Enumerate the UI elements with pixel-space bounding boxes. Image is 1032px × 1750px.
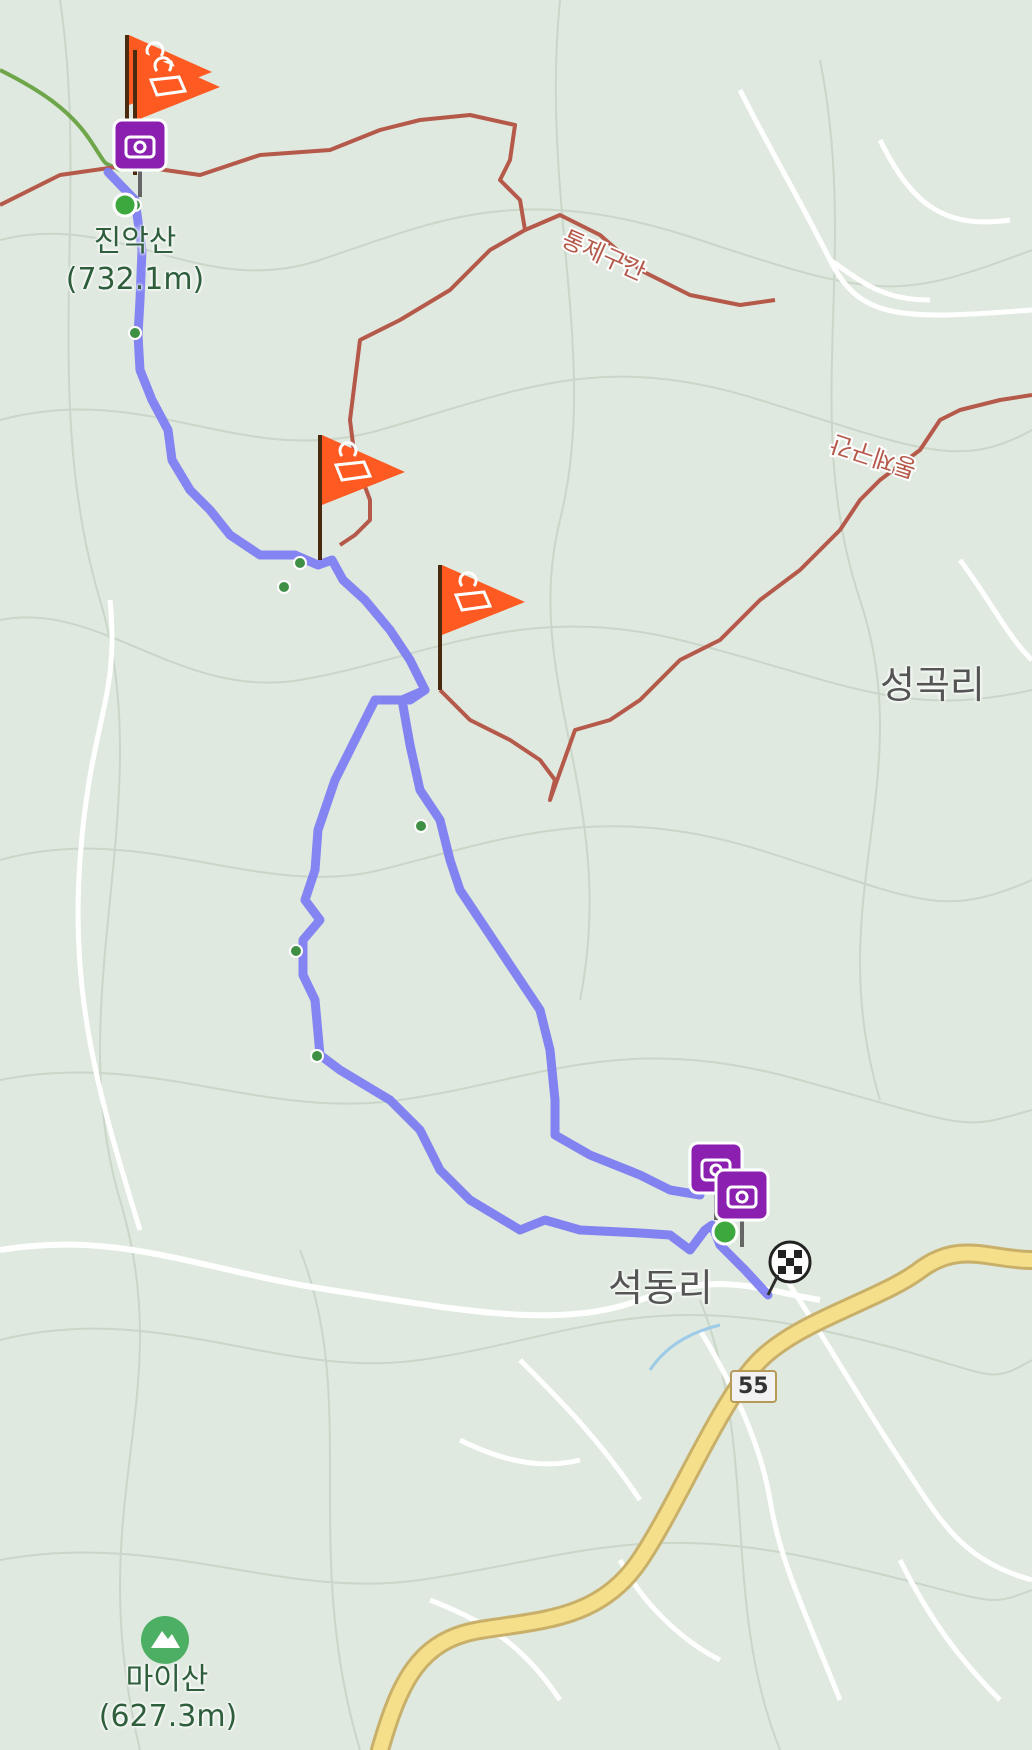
waypoint-dot[interactable] <box>310 1049 324 1063</box>
waypoint-dot[interactable] <box>293 556 307 570</box>
peak-name-maisan: 마이산 <box>125 1662 209 1697</box>
hazard-flag-icon[interactable] <box>318 435 405 560</box>
hazard-flag-icon[interactable] <box>438 565 525 690</box>
restricted-label-2: 통제구간 <box>827 429 920 483</box>
waypoint-dot[interactable] <box>289 944 303 958</box>
summit-marker-icon <box>112 192 138 218</box>
peak-elevation-maisan: (627.3m) <box>98 1699 238 1734</box>
waypoint-dot[interactable] <box>414 819 428 833</box>
map-canvas[interactable]: 통제구간 통제구간 진악산 (732.1m) 마이산 (627.3m) 성곡리 … <box>0 0 1032 1750</box>
restricted-label-1: 통제구간 <box>558 225 650 287</box>
mountain-icon <box>141 1616 189 1664</box>
minor-roads <box>0 88 1032 1702</box>
hiking-route <box>103 167 773 1300</box>
peak-name-jinaksan: 진악산 <box>93 224 177 259</box>
waypoint-dot[interactable] <box>128 326 142 340</box>
peak-elevation-jinaksan: (732.1m) <box>65 262 205 297</box>
start-marker-icon[interactable] <box>711 1218 739 1246</box>
waypoint-dot[interactable] <box>277 580 291 594</box>
green-trail <box>0 68 121 172</box>
place-label-seokdong-ri: 석동리 <box>608 1266 713 1310</box>
road-number-badge: 55 <box>730 1370 777 1403</box>
place-label-seonggok-ri: 성곡리 <box>880 663 985 707</box>
hazard-flags <box>125 35 525 690</box>
